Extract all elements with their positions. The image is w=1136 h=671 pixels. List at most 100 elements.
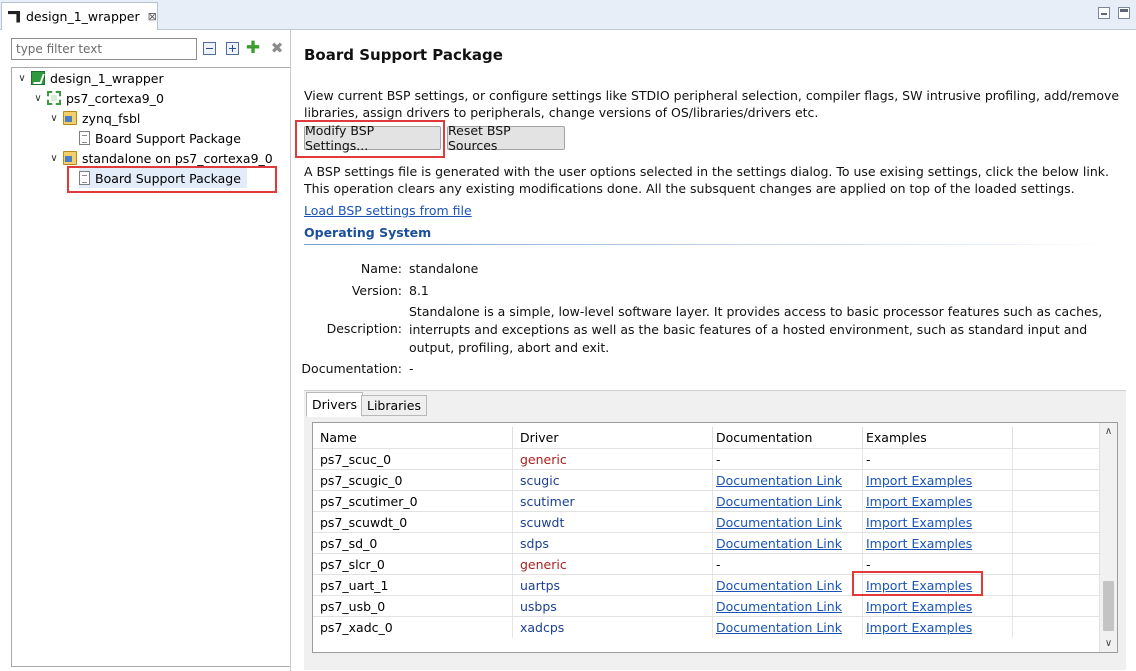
table-header: Name Driver Documentation Examples	[313, 427, 1100, 448]
driver-cell[interactable]: generic	[513, 449, 713, 470]
driver-cell[interactable]: sdps	[513, 533, 713, 554]
import-examples-link[interactable]: Import Examples	[863, 533, 1013, 554]
os-description-value: Standalone is a simple, low-level softwa…	[409, 304, 1103, 355]
table-row[interactable]: ps7_sd_0 sdps Documentation Link Import Exa…	[313, 532, 1100, 554]
table-row[interactable]: ps7_scutimer_0 scutimer Documentation Link…	[313, 490, 1100, 512]
import-examples-link[interactable]: Import Examples	[863, 491, 1013, 512]
row-filler	[1013, 512, 1100, 533]
operating-system-heading: Operating System	[304, 225, 432, 240]
filter-input[interactable]	[11, 38, 197, 60]
row-filler	[1013, 596, 1100, 617]
collapse-all-button[interactable]	[201, 40, 217, 56]
editor-tab-bar: design_1_wrapper ⊠	[0, 0, 1136, 30]
editor-tab-design-1-wrapper[interactable]: design_1_wrapper ⊠	[1, 2, 158, 30]
tree-item-label: zynq_fsbl	[82, 110, 141, 126]
tree-item-label: Board Support Package	[95, 130, 241, 146]
driver-name-cell: ps7_usb_0	[313, 596, 513, 617]
import-examples-link[interactable]: Import Examples	[863, 596, 1013, 617]
highlight-box-tree-bsp	[67, 166, 277, 193]
folder-icon	[63, 111, 77, 125]
add-button[interactable]: ✚	[245, 38, 261, 58]
table-scrollbar[interactable]: ∧ ∨	[1099, 423, 1117, 652]
os-documentation-value: -	[409, 361, 414, 376]
processor-icon	[47, 91, 61, 105]
driver-cell[interactable]: generic	[513, 554, 713, 575]
os-name-value: standalone	[409, 261, 479, 276]
chevron-down-icon[interactable]: ∨	[1100, 635, 1117, 652]
driver-cell[interactable]: usbps	[513, 596, 713, 617]
column-header-name[interactable]: Name	[313, 427, 513, 448]
tree-item-zynq-fsbl[interactable]: ∨ zynq_fsbl	[48, 108, 140, 128]
os-name-label: Name:	[360, 261, 402, 276]
driver-name-cell: ps7_uart_1	[313, 575, 513, 596]
import-examples-link[interactable]: Import Examples	[863, 512, 1013, 533]
documentation-link[interactable]: Documentation Link	[713, 491, 863, 512]
folder-icon	[63, 151, 77, 165]
column-header-examples[interactable]: Examples	[863, 427, 1013, 448]
documentation-link[interactable]: Documentation Link	[713, 617, 863, 638]
close-tab-icon[interactable]: ⊠	[148, 10, 157, 23]
documentation-link[interactable]: Documentation Link	[713, 575, 863, 596]
load-bsp-settings-link[interactable]: Load BSP settings from file	[304, 202, 472, 219]
os-documentation-label: Documentation:	[301, 361, 402, 376]
scrollbar-thumb[interactable]	[1103, 581, 1114, 631]
row-filler	[1013, 470, 1100, 491]
chevron-down-icon[interactable]: ∨	[48, 113, 60, 124]
tab-drivers[interactable]: Drivers	[306, 392, 363, 417]
table-row[interactable]: ps7_scuwdt_0 scuwdt Documentation Link Impo…	[313, 511, 1100, 533]
row-filler	[1013, 491, 1100, 512]
chevron-down-icon[interactable]: ∨	[32, 93, 44, 104]
expand-all-button[interactable]	[224, 40, 240, 56]
tab-libraries[interactable]: Libraries	[361, 395, 427, 416]
examples-cell: -	[863, 449, 1013, 470]
driver-cell[interactable]: xadcps	[513, 617, 713, 638]
column-header-filler	[1013, 427, 1100, 448]
driver-cell[interactable]: scuwdt	[513, 512, 713, 533]
os-version-label: Version:	[351, 283, 402, 298]
driver-cell[interactable]: scugic	[513, 470, 713, 491]
table-row[interactable]: ps7_xadc_0 xadcps Documentation Link Import…	[313, 616, 1100, 638]
column-header-driver[interactable]: Driver	[513, 427, 713, 448]
documentation-link[interactable]: Documentation Link	[713, 533, 863, 554]
tree-item-design-1-wrapper[interactable]: ∨ design_1_wrapper	[16, 68, 163, 88]
maximize-icon[interactable]	[1118, 7, 1130, 19]
drivers-libraries-tabs: Drivers Libraries Name Driver Documentat…	[304, 390, 1126, 670]
driver-cell[interactable]: scutimer	[513, 491, 713, 512]
expand-all-icon	[225, 41, 239, 55]
add-icon: ✚	[245, 38, 261, 58]
import-examples-link[interactable]: Import Examples	[863, 470, 1013, 491]
tree-item-fsbl-bsp[interactable]: Board Support Package	[79, 128, 241, 148]
table-row[interactable]: ps7_usb_0 usbps Documentation Link Import E…	[313, 595, 1100, 617]
reset-bsp-sources-button[interactable]: Reset BSP Sources	[447, 123, 565, 153]
xilinx-logo-icon	[8, 10, 20, 23]
row-filler	[1013, 449, 1100, 470]
project-explorer-pane: ✚ ✖ ∨ design_1_wrapper ∨ ps7_cortexa9_0 …	[0, 30, 291, 671]
os-version-value: 8.1	[409, 283, 429, 298]
highlight-box-modify-button	[295, 120, 445, 158]
column-header-documentation[interactable]: Documentation	[713, 427, 863, 448]
chevron-up-icon[interactable]: ∧	[1100, 423, 1117, 440]
table-row[interactable]: ps7_scugic_0 scugic Documentation Link Impo…	[313, 469, 1100, 491]
chevron-down-icon[interactable]: ∨	[48, 153, 60, 164]
documentation-link[interactable]: Documentation Link	[713, 470, 863, 491]
remove-icon: ✖	[270, 39, 284, 57]
document-icon	[79, 131, 90, 145]
tree-item-ps7-cortexa9-0[interactable]: ∨ ps7_cortexa9_0	[32, 88, 164, 108]
collapse-all-icon	[202, 41, 216, 55]
project-icon	[31, 71, 45, 85]
section-divider	[304, 244, 1114, 245]
bsp-settings-note: A BSP settings file is generated with th…	[304, 164, 1109, 196]
minimize-icon[interactable]	[1098, 7, 1110, 19]
driver-name-cell: ps7_scuc_0	[313, 449, 513, 470]
driver-cell[interactable]: uartps	[513, 575, 713, 596]
documentation-link[interactable]: Documentation Link	[713, 512, 863, 533]
chevron-down-icon[interactable]: ∨	[16, 73, 28, 84]
documentation-link[interactable]: Documentation Link	[713, 596, 863, 617]
import-examples-link[interactable]: Import Examples	[863, 617, 1013, 638]
driver-name-cell: ps7_scuwdt_0	[313, 512, 513, 533]
row-filler	[1013, 554, 1100, 575]
tree-item-standalone[interactable]: ∨ standalone on ps7_cortexa9_0	[48, 148, 273, 168]
remove-button[interactable]: ✖	[269, 40, 285, 56]
table-row[interactable]: ps7_scuc_0 generic - -	[313, 448, 1100, 470]
tree-item-label: standalone on ps7_cortexa9_0	[82, 150, 273, 166]
